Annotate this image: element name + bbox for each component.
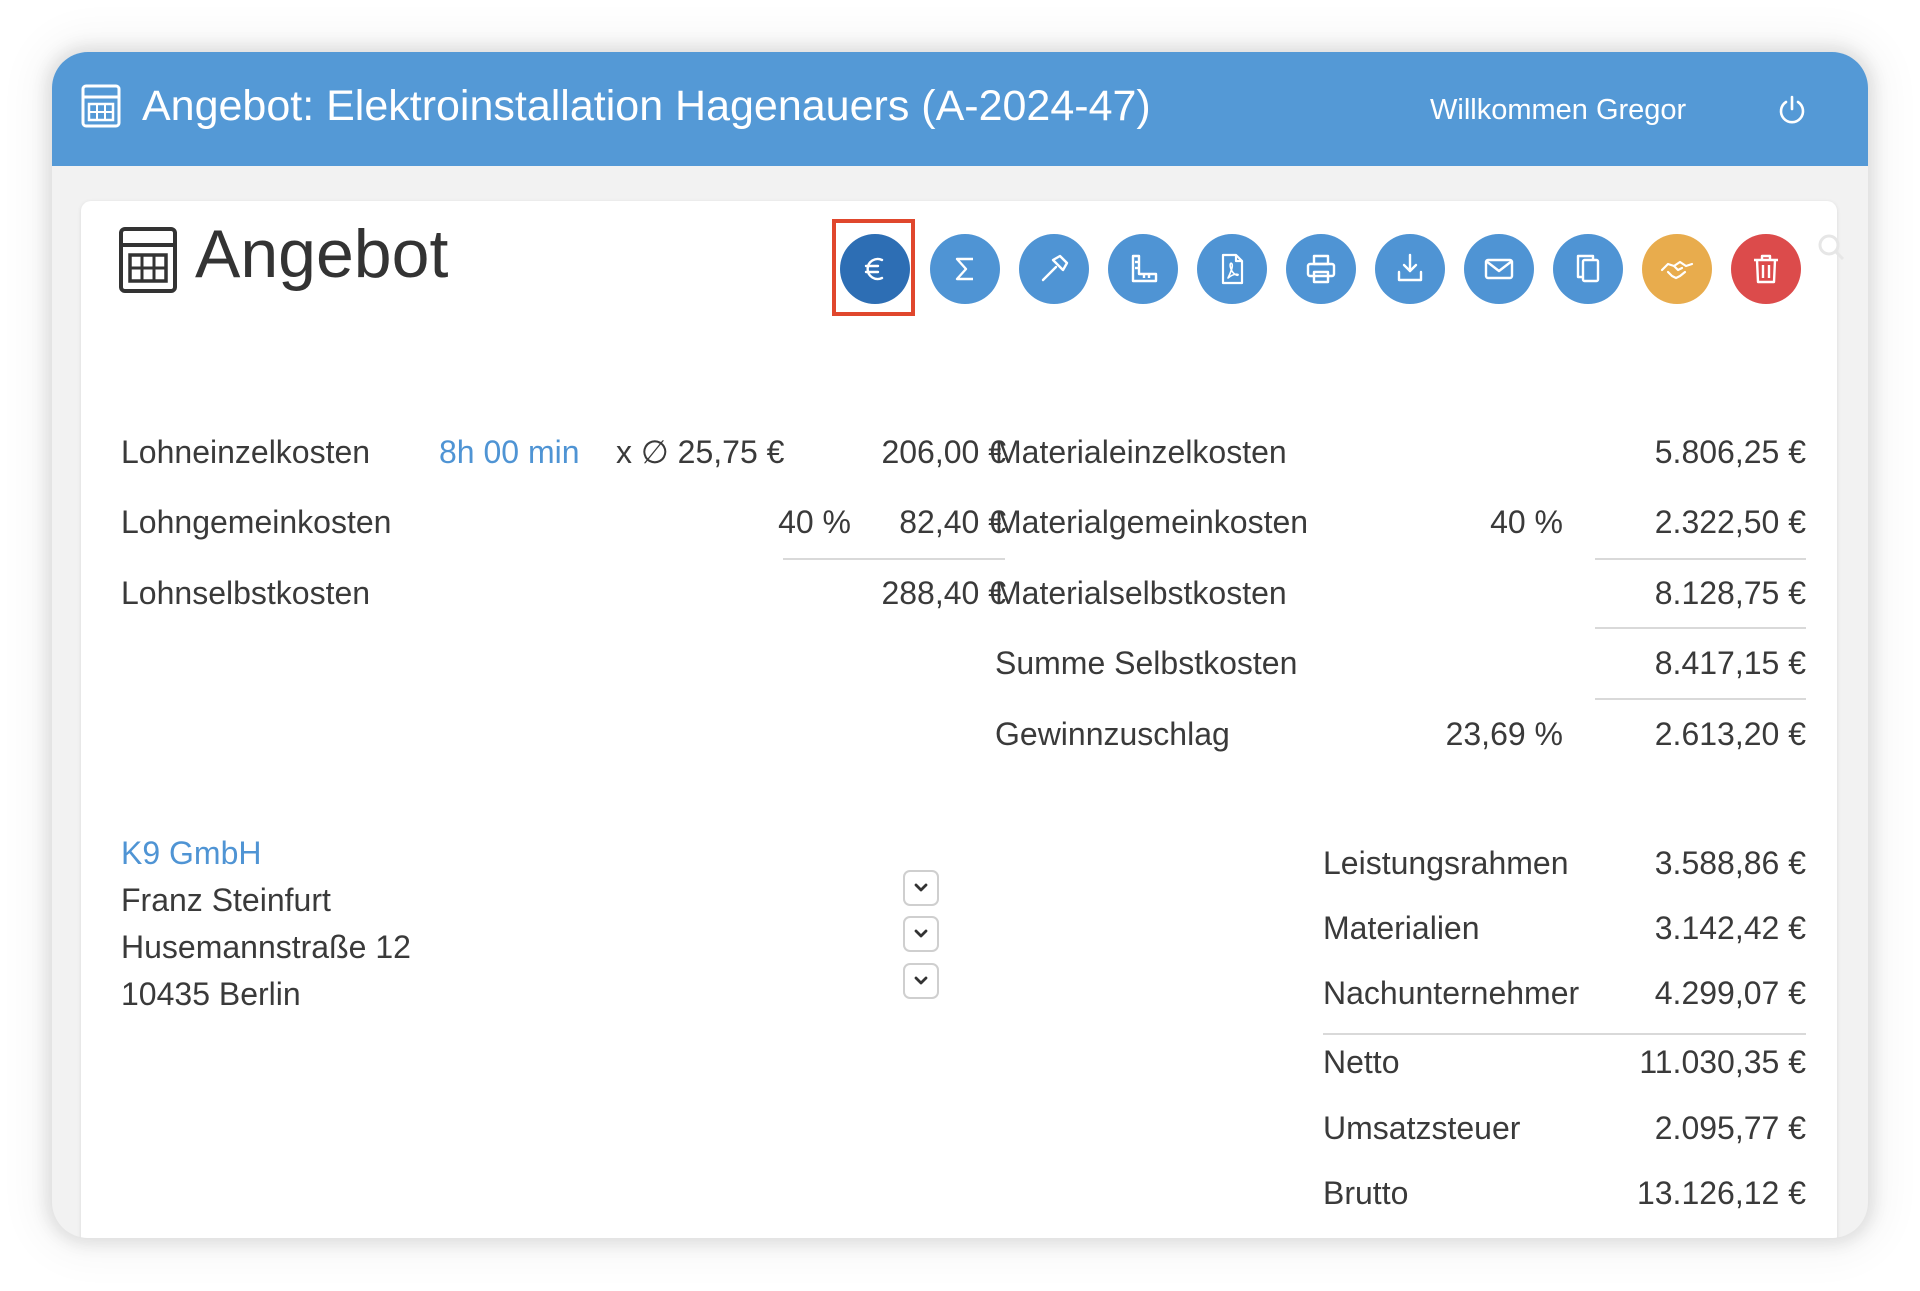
customer-city: 10435 Berlin (121, 976, 301, 1012)
material-direct-label: Materialeinzelkosten (995, 434, 1287, 470)
labor-rate: x ∅ 25,75 € (616, 434, 785, 470)
profit-label: Gewinnzuschlag (995, 716, 1230, 752)
summary-materials-label: Materialien (1323, 910, 1480, 946)
offer-card: Angebot Lohneinzelkosten 8h 00 min x ∅ 2… (81, 201, 1845, 1238)
divider (1595, 627, 1806, 629)
page-title: Angebot (195, 216, 449, 292)
material-overhead-pct[interactable]: 40 % (1381, 506, 1563, 538)
summary-vat-value: 2.095,77 € (1654, 1110, 1806, 1146)
customer-street: Husemannstraße 12 (121, 929, 411, 965)
material-total-value: 8.128,75 € (1654, 575, 1806, 611)
material-total-label: Materialselbstkosten (995, 575, 1287, 611)
labor-overhead-value: 82,40 € (899, 504, 1006, 540)
labor-direct-label: Lohneinzelkosten (121, 434, 371, 470)
divider (1323, 1033, 1806, 1035)
material-overhead-label: Materialgemeinkosten (995, 504, 1309, 540)
pdf-icon (1221, 253, 1244, 285)
summary-materials-value: 3.142,42 € (1654, 910, 1806, 946)
trash-icon (1754, 254, 1778, 284)
ruler-icon (1131, 254, 1158, 283)
hammer-button[interactable] (1019, 234, 1089, 304)
summary-vat-label: Umsatzsteuer (1323, 1110, 1521, 1146)
material-direct-value: 5.806,25 € (1654, 434, 1806, 470)
labor-time-link[interactable]: 8h 00 min (439, 436, 580, 468)
calculator-icon (119, 227, 177, 293)
chevron-down-icon (914, 929, 928, 938)
window-title: Angebot: Elektroinstallation Hagenauers … (142, 82, 1151, 130)
summary-gross-label: Brutto (1323, 1175, 1409, 1211)
labor-direct-value: 206,00 € (881, 434, 1006, 470)
address-dropdown[interactable] (903, 963, 939, 999)
divider (1595, 558, 1806, 560)
profit-pct[interactable]: 23,69 % (1381, 718, 1563, 750)
email-button[interactable] (1464, 234, 1534, 304)
selection-highlight (832, 219, 915, 316)
download-icon (1397, 253, 1423, 282)
customer-contact: Franz Steinfurt (121, 882, 331, 918)
delete-button[interactable] (1731, 234, 1801, 304)
search-icon (1818, 234, 1845, 261)
calculator-icon (81, 84, 121, 128)
sum-button[interactable] (930, 234, 1000, 304)
hammer-icon (1041, 254, 1069, 282)
measure-button[interactable] (1108, 234, 1178, 304)
handshake-button[interactable] (1642, 234, 1712, 304)
title-bar: Angebot: Elektroinstallation Hagenauers … (52, 52, 1868, 166)
print-button[interactable] (1286, 234, 1356, 304)
material-overhead-value: 2.322,50 € (1654, 504, 1806, 540)
profit-value: 2.613,20 € (1654, 716, 1806, 752)
cost-sum-value: 8.417,15 € (1654, 645, 1806, 681)
summary-subcontractors-value: 4.299,07 € (1654, 975, 1806, 1011)
handshake-icon (1660, 260, 1694, 280)
labor-overhead-label: Lohngemeinkosten (121, 504, 392, 540)
chevron-down-icon (914, 883, 928, 892)
welcome-text: Willkommen Gregor (1430, 94, 1687, 126)
company-dropdown[interactable] (903, 870, 939, 906)
app-window: Angebot: Elektroinstallation Hagenauers … (52, 52, 1868, 1238)
summary-subcontractors-label: Nachunternehmer (1323, 975, 1580, 1011)
customer-company-link[interactable]: K9 GmbH (121, 837, 261, 869)
summary-net-label: Netto (1323, 1044, 1400, 1080)
summary-services-label: Leistungsrahmen (1323, 845, 1569, 881)
download-button[interactable] (1375, 234, 1445, 304)
pdf-button[interactable] (1197, 234, 1267, 304)
contact-dropdown[interactable] (903, 916, 939, 952)
divider (783, 558, 1005, 560)
cost-sum-label: Summe Selbstkosten (995, 645, 1298, 681)
labor-total-value: 288,40 € (881, 575, 1006, 611)
divider (1595, 698, 1806, 700)
envelope-icon (1484, 258, 1514, 280)
copy-icon (1576, 254, 1600, 283)
chevron-down-icon (914, 976, 928, 985)
power-icon[interactable] (1776, 94, 1808, 126)
summary-gross-value: 13.126,12 € (1636, 1175, 1806, 1211)
printer-icon (1306, 254, 1336, 284)
sigma-icon (955, 257, 973, 281)
copy-button[interactable] (1553, 234, 1623, 304)
summary-services-value: 3.588,86 € (1654, 845, 1806, 881)
labor-total-label: Lohnselbstkosten (121, 575, 371, 611)
summary-net-value: 11.030,35 € (1639, 1044, 1806, 1080)
